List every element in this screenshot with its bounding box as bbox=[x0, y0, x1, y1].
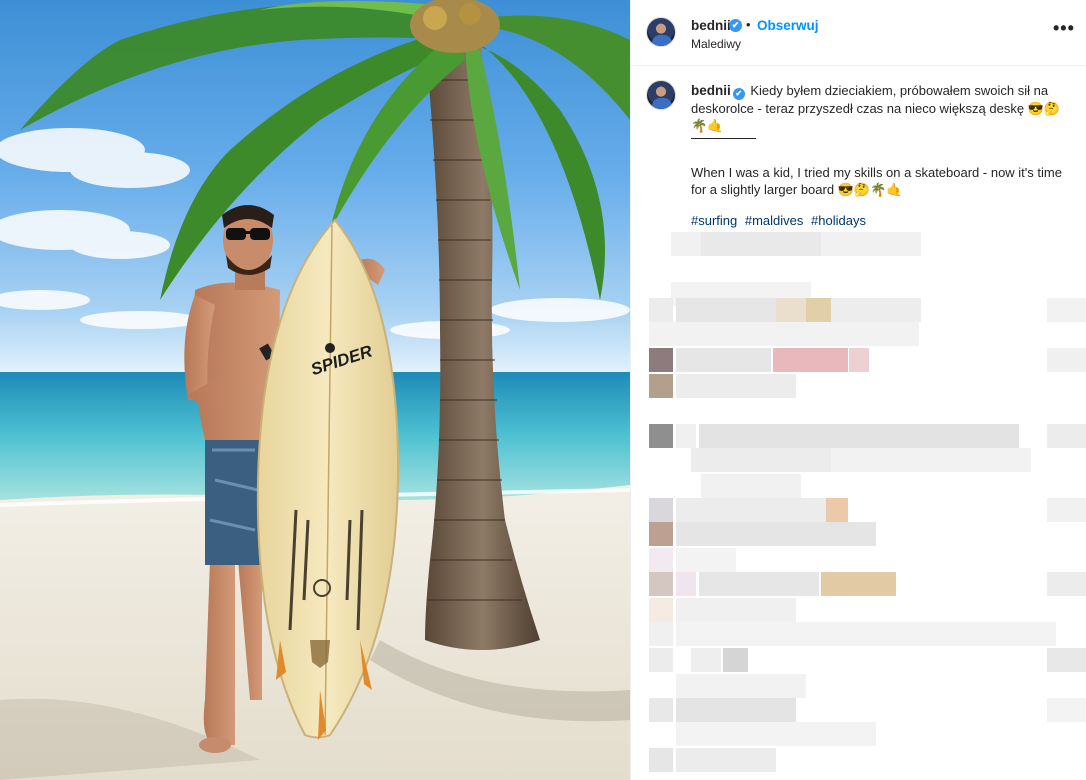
post-photo[interactable]: SPIDER bbox=[0, 0, 630, 780]
pixelated-block bbox=[1047, 298, 1086, 322]
pixelated-block bbox=[676, 674, 806, 698]
pixelated-block bbox=[649, 548, 673, 572]
caption-text-pl: Kiedy byłem dzieciakiem, próbowałem swoi… bbox=[691, 83, 1061, 133]
avatar[interactable] bbox=[646, 17, 676, 47]
pixelated-block bbox=[773, 348, 848, 372]
pixelated-block bbox=[649, 348, 673, 372]
pixelated-block bbox=[649, 572, 673, 596]
pixelated-block bbox=[649, 522, 673, 546]
verified-badge-icon: ✔ bbox=[732, 88, 745, 100]
pixelated-block bbox=[649, 498, 673, 522]
pixelated-block bbox=[1047, 698, 1086, 722]
pixelated-block bbox=[723, 648, 748, 672]
pixelated-block bbox=[1047, 498, 1086, 522]
post-side-panel: bednii ✔ • Obserwuj Malediwy ••• bednii ✔… bbox=[630, 0, 1086, 780]
pixelated-block bbox=[676, 722, 876, 746]
pixelated-block bbox=[831, 298, 921, 322]
pixelated-block bbox=[649, 322, 919, 346]
pixelated-block bbox=[1047, 572, 1086, 596]
hashtag-link[interactable]: #holidays bbox=[811, 213, 866, 228]
pixelated-block bbox=[691, 648, 721, 672]
pixelated-block bbox=[649, 374, 673, 398]
caption-divider bbox=[691, 138, 756, 139]
pixelated-block bbox=[676, 522, 876, 546]
pixelated-block bbox=[1047, 424, 1086, 448]
caption-username-link[interactable]: bednii bbox=[691, 83, 731, 98]
hashtag-link[interactable]: #surfing bbox=[691, 213, 737, 228]
username-link[interactable]: bednii bbox=[691, 18, 731, 33]
pixelated-block bbox=[649, 748, 673, 772]
separator-dot: • bbox=[746, 17, 751, 32]
post-header: bednii ✔ • Obserwuj Malediwy ••• bbox=[631, 0, 1086, 66]
pixelated-block bbox=[699, 424, 1019, 448]
hashtag-link[interactable]: #maldives bbox=[745, 213, 804, 228]
follow-button[interactable]: Obserwuj bbox=[757, 18, 819, 33]
more-options-icon[interactable]: ••• bbox=[1053, 18, 1075, 39]
pixelated-block bbox=[691, 448, 831, 472]
pixelated-block bbox=[699, 572, 819, 596]
caption-avatar[interactable] bbox=[646, 80, 676, 110]
pixelated-block bbox=[676, 424, 696, 448]
pixelated-block bbox=[701, 474, 801, 498]
pixelated-block bbox=[676, 498, 826, 522]
pixelated-block bbox=[649, 698, 673, 722]
pixelated-block bbox=[676, 572, 696, 596]
pixelated-block bbox=[649, 424, 673, 448]
pixelated-block bbox=[676, 348, 771, 372]
pixelated-block bbox=[676, 748, 776, 772]
pixelated-block bbox=[1047, 348, 1086, 372]
caption-text-en: When I was a kid, I tried my skills on a… bbox=[691, 165, 1062, 197]
pixelated-block bbox=[701, 232, 821, 256]
pixelated-block bbox=[649, 298, 673, 322]
pixelated-block bbox=[649, 622, 673, 646]
pixelated-block bbox=[649, 598, 673, 622]
pixelated-block bbox=[849, 348, 869, 372]
beach-scene-illustration: SPIDER bbox=[0, 0, 630, 780]
pixelated-block bbox=[826, 498, 848, 522]
pixelated-block bbox=[776, 298, 806, 322]
pixelated-block bbox=[676, 622, 1056, 646]
pixelated-block bbox=[676, 698, 796, 722]
pixelated-block bbox=[821, 572, 896, 596]
pixelated-block bbox=[1047, 648, 1086, 672]
hashtags: #surfing #maldives #holidays bbox=[691, 213, 870, 228]
location-link[interactable]: Malediwy bbox=[691, 37, 741, 51]
pixelated-block bbox=[676, 374, 796, 398]
pixelated-block bbox=[676, 548, 736, 572]
verified-badge-icon: ✔ bbox=[729, 19, 742, 32]
pixelated-block bbox=[676, 298, 776, 322]
pixelated-block bbox=[676, 598, 796, 622]
pixelated-block bbox=[649, 648, 673, 672]
pixelated-block bbox=[806, 298, 831, 322]
caption-polish: bednii ✔ Kiedy byłem dzieciakiem, próbowa… bbox=[691, 82, 1071, 134]
pixelated-block bbox=[831, 448, 1031, 472]
